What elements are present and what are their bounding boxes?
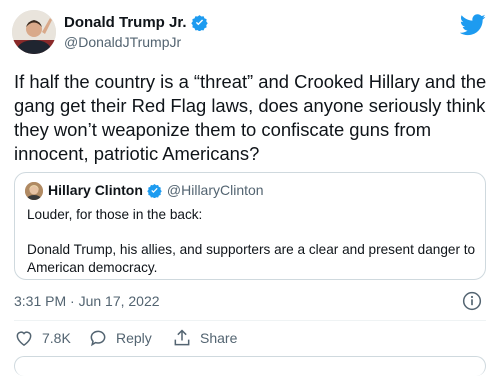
share-label: Share (200, 330, 238, 346)
twitter-bird-icon[interactable] (460, 14, 486, 36)
like-count: 7.8K (42, 330, 71, 346)
reply-bubble-icon (90, 330, 106, 347)
heart-icon (16, 331, 32, 346)
author-handle[interactable]: @DonaldJTrumpJr (64, 34, 181, 50)
divider (14, 320, 486, 321)
quoted-name-row[interactable]: Hillary Clinton @HillaryClinton (48, 182, 264, 198)
tweet-text: If half the country is a “threat” and Cr… (14, 71, 487, 164)
verified-badge-icon (147, 183, 162, 198)
quoted-author-avatar[interactable] (25, 182, 43, 200)
info-icon[interactable] (462, 291, 482, 311)
author-name-row[interactable]: Donald Trump Jr. (64, 14, 208, 31)
author-display-name[interactable]: Donald Trump Jr. (64, 14, 187, 31)
share-button[interactable]: Share (172, 328, 237, 348)
quoted-text-line2: Donald Trump, his allies, and supporters… (27, 242, 476, 275)
next-card-edge (14, 356, 486, 376)
quoted-text-line1: Louder, for those in the back: (27, 207, 203, 222)
verified-badge-icon (190, 15, 208, 31)
quoted-display-name[interactable]: Hillary Clinton (48, 182, 143, 198)
tweet-card: Donald Trump Jr. @DonaldJTrumpJr If half… (0, 0, 500, 376)
quoted-handle[interactable]: @HillaryClinton (167, 182, 264, 198)
tweet-timestamp[interactable]: 3:31 PM · Jun 17, 2022 (14, 293, 160, 309)
share-icon (174, 329, 190, 346)
reply-button[interactable]: Reply (88, 328, 152, 348)
like-button[interactable]: 7.8K (14, 328, 71, 348)
author-avatar[interactable] (12, 10, 56, 54)
quoted-tweet[interactable]: Hillary Clinton @HillaryClinton Louder, … (14, 172, 486, 280)
reply-label: Reply (116, 330, 152, 346)
